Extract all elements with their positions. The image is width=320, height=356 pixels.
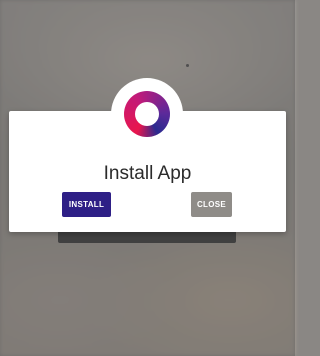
install-button[interactable]: INSTALL (62, 192, 111, 217)
app-logo-center (135, 102, 159, 126)
close-button[interactable]: CLOSE (191, 192, 232, 217)
app-logo-badge (111, 78, 183, 150)
dialog-title: Install App (103, 163, 192, 184)
app-logo-ring-icon (124, 91, 170, 137)
